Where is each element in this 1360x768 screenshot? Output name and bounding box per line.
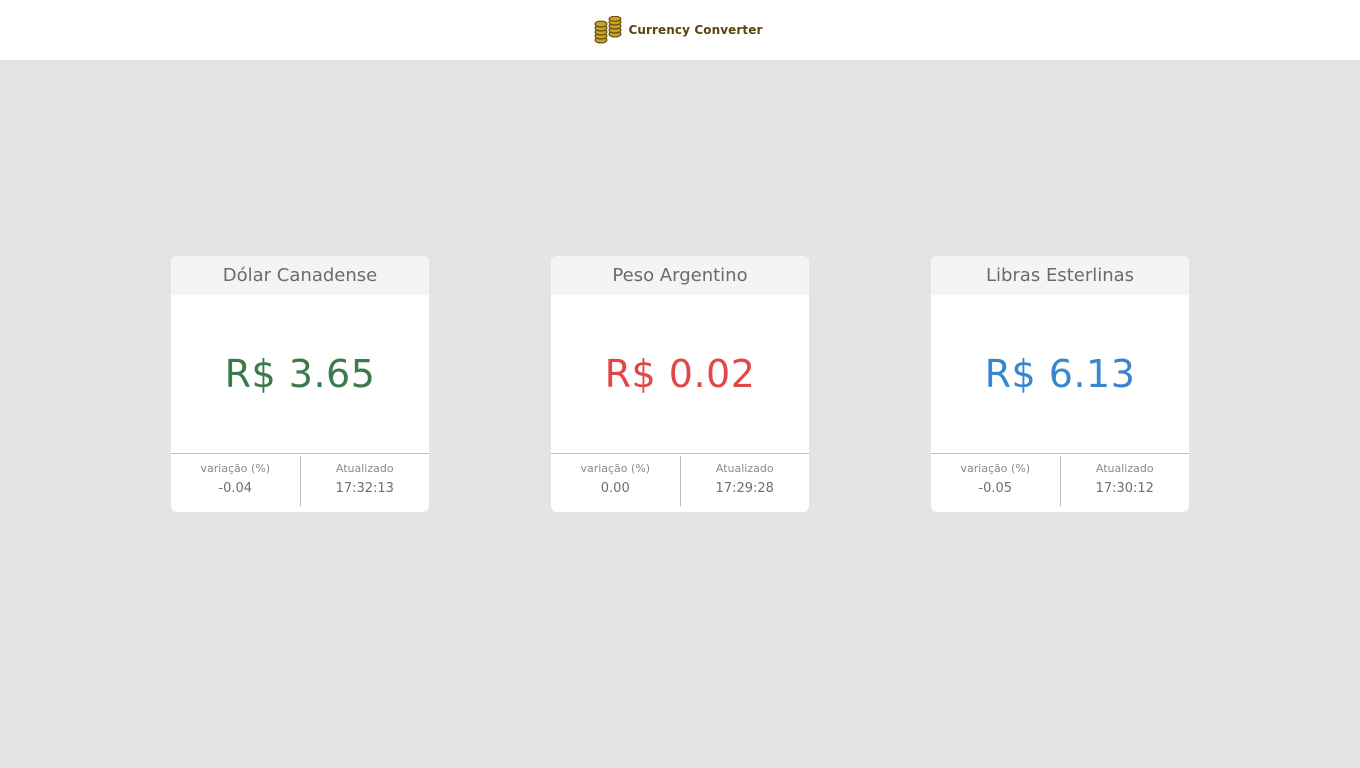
variation-stat: variação (%) 0.00 xyxy=(551,456,680,506)
variation-value: -0.04 xyxy=(218,481,253,496)
currency-price: R$ 0.02 xyxy=(604,352,756,396)
variation-label: variação (%) xyxy=(960,462,1031,475)
app-title: Currency Converter xyxy=(628,23,763,37)
currency-card-cad: Dólar Canadense R$ 3.65 variação (%) -0.… xyxy=(171,256,429,512)
currency-price: R$ 3.65 xyxy=(224,352,376,396)
brand-logo[interactable]: Currency Converter xyxy=(594,16,762,44)
currency-name: Dólar Canadense xyxy=(171,256,429,295)
updated-time: 17:29:28 xyxy=(715,481,774,496)
card-footer: variação (%) -0.04 Atualizado 17:32:13 xyxy=(171,453,429,512)
variation-value: 0.00 xyxy=(600,481,630,496)
variation-label: variação (%) xyxy=(200,462,271,475)
updated-time: 17:32:13 xyxy=(335,481,394,496)
variation-stat: variação (%) -0.05 xyxy=(931,456,1060,506)
variation-value: -0.05 xyxy=(978,481,1013,496)
updated-time: 17:30:12 xyxy=(1095,481,1154,496)
currency-name: Libras Esterlinas xyxy=(931,256,1189,295)
currency-name: Peso Argentino xyxy=(551,256,809,295)
updated-stat: Atualizado 17:29:28 xyxy=(679,456,810,506)
currency-card-gbp: Libras Esterlinas R$ 6.13 variação (%) -… xyxy=(931,256,1189,512)
updated-stat: Atualizado 17:30:12 xyxy=(1059,456,1190,506)
updated-label: Atualizado xyxy=(335,462,394,475)
card-footer: variação (%) -0.05 Atualizado 17:30:12 xyxy=(931,453,1189,512)
updated-stat: Atualizado 17:32:13 xyxy=(299,456,430,506)
card-footer: variação (%) 0.00 Atualizado 17:29:28 xyxy=(551,453,809,512)
variation-label: variação (%) xyxy=(580,462,651,475)
updated-label: Atualizado xyxy=(715,462,774,475)
coin-stacks-icon xyxy=(594,16,622,44)
currency-card-ars: Peso Argentino R$ 0.02 variação (%) 0.00… xyxy=(551,256,809,512)
variation-stat: variação (%) -0.04 xyxy=(171,456,300,506)
updated-label: Atualizado xyxy=(1095,462,1154,475)
currency-price: R$ 6.13 xyxy=(984,352,1136,396)
top-navbar: Currency Converter xyxy=(0,0,1360,60)
